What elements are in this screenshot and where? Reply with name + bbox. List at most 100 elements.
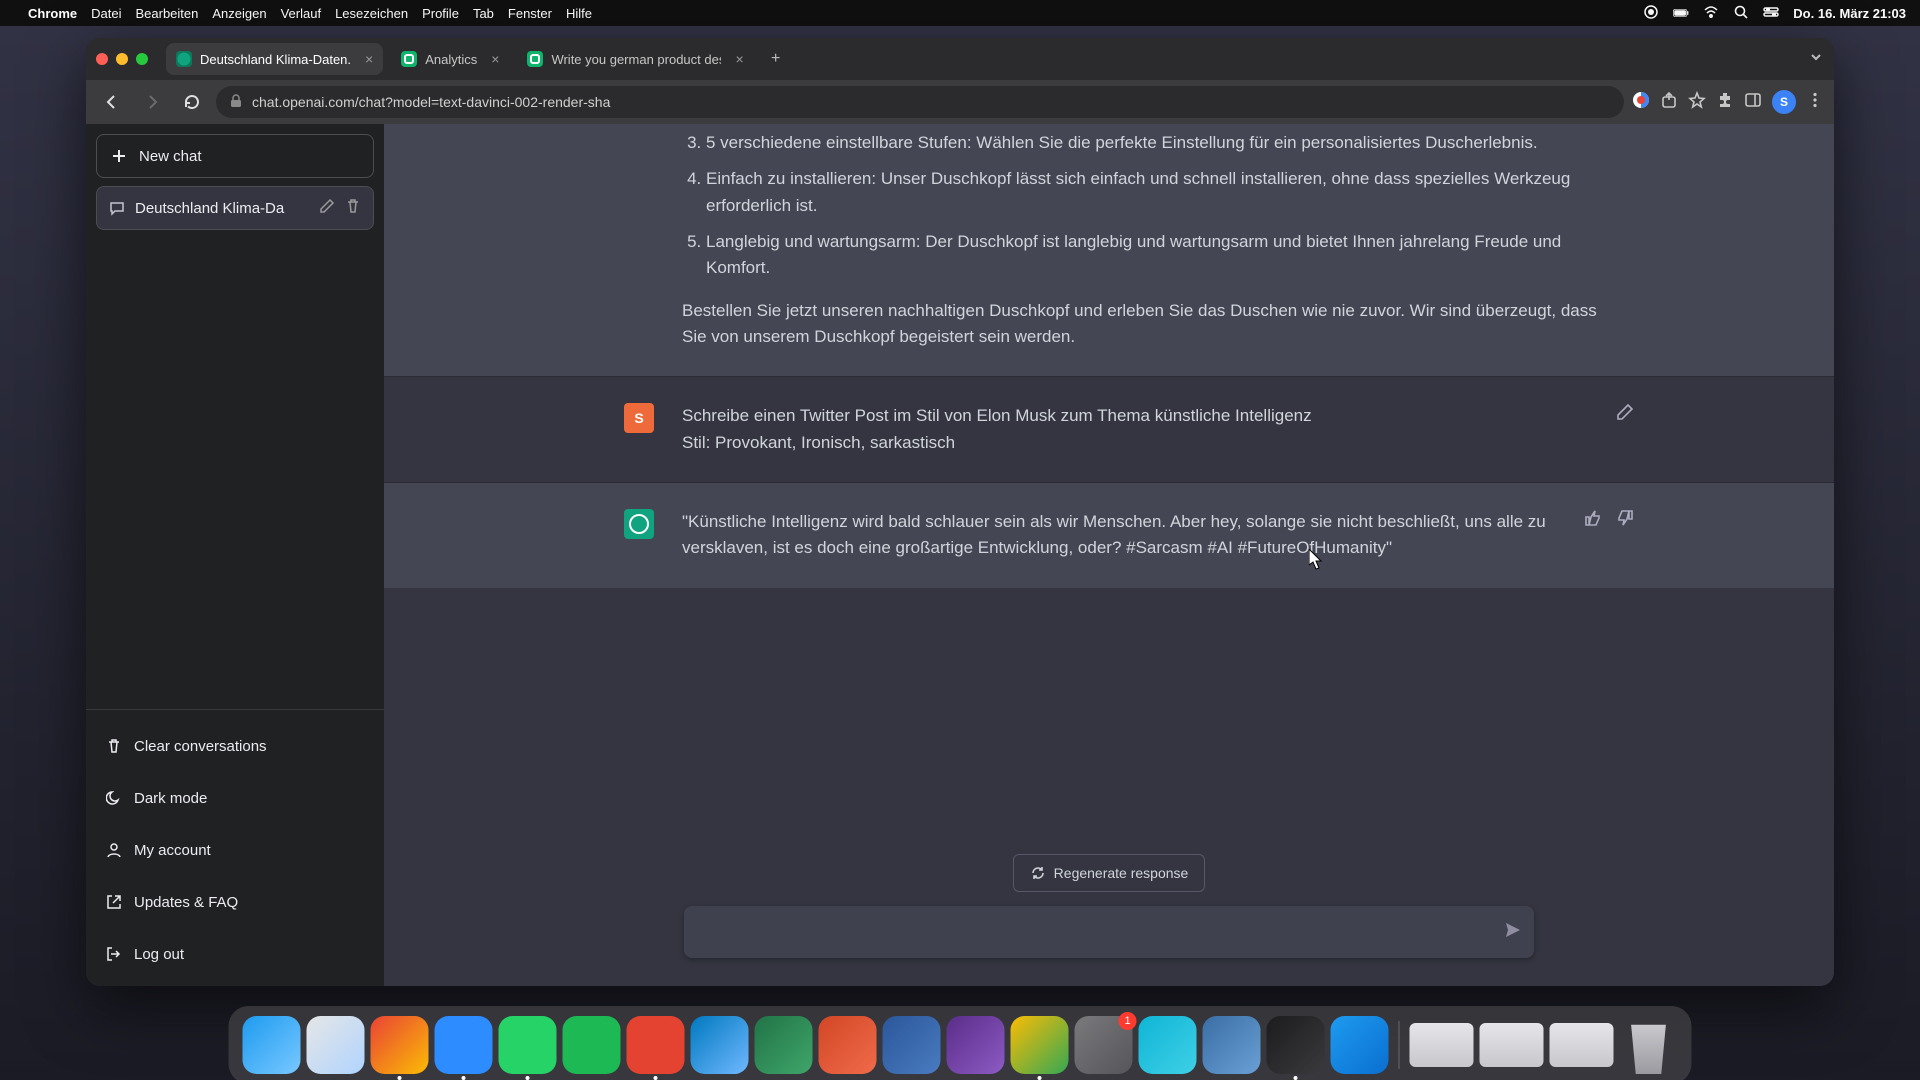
clear-conversations-button[interactable]: Clear conversations [96, 724, 374, 768]
new-chat-button[interactable]: New chat [96, 134, 374, 178]
dock-app-safari[interactable] [307, 1016, 365, 1074]
trash-icon[interactable] [345, 198, 361, 218]
refresh-icon [1030, 865, 1046, 881]
chat-main: 5 verschiedene einstellbare Stufen: Wähl… [384, 124, 1834, 986]
dock-running-indicator [398, 1076, 402, 1080]
record-icon[interactable] [1643, 4, 1659, 23]
google-translate-icon[interactable] [1632, 91, 1650, 114]
menu-view[interactable]: Anzeigen [212, 6, 266, 21]
close-window-button[interactable] [96, 53, 108, 65]
menu-bookmarks[interactable]: Lesezeichen [335, 6, 408, 21]
edit-icon[interactable] [319, 198, 335, 218]
back-button[interactable] [96, 86, 128, 118]
new-tab-button[interactable]: + [762, 45, 790, 73]
conversation-title: Deutschland Klima-Da [135, 200, 309, 217]
thumbs-down-icon[interactable] [1616, 509, 1634, 562]
dock-app-trello[interactable] [691, 1016, 749, 1074]
close-tab-icon[interactable]: × [491, 51, 499, 67]
updates-faq-button[interactable]: Updates & FAQ [96, 880, 374, 924]
menubar-clock[interactable]: Do. 16. März 21:03 [1793, 6, 1906, 21]
menu-history[interactable]: Verlauf [281, 6, 321, 21]
dock-app-siri[interactable] [1139, 1016, 1197, 1074]
dock-app-whatsapp[interactable] [499, 1016, 557, 1074]
menu-window[interactable]: Fenster [508, 6, 552, 21]
chat-input[interactable] [684, 906, 1534, 958]
dock-app-voice-memos[interactable] [1267, 1016, 1325, 1074]
conversation-item[interactable]: Deutschland Klima-Da [96, 186, 374, 230]
dock-app-powerpoint[interactable] [819, 1016, 877, 1074]
my-account-button[interactable]: My account [96, 828, 374, 872]
user-message-actions [1616, 403, 1634, 456]
menu-profiles[interactable]: Profile [422, 6, 459, 21]
updates-faq-label: Updates & FAQ [134, 894, 238, 911]
dock-app-settings[interactable]: 1 [1075, 1016, 1133, 1074]
bookmark-icon[interactable] [1688, 91, 1706, 114]
chat-input-area: Regenerate response [384, 840, 1834, 986]
logout-button[interactable]: Log out [96, 932, 374, 976]
side-panel-icon[interactable] [1744, 91, 1762, 114]
chat-bubble-icon [109, 200, 125, 216]
dock-app-app-store[interactable] [1331, 1016, 1389, 1074]
logout-icon [106, 946, 122, 962]
dock-window-preview-1[interactable] [1410, 1023, 1474, 1067]
list-item: Einfach zu installieren: Unser Duschkopf… [706, 166, 1606, 219]
fullscreen-window-button[interactable] [136, 53, 148, 65]
dock-app-imovie[interactable] [947, 1016, 1005, 1074]
user-prompt-line: Schreibe einen Twitter Post im Stil von … [682, 403, 1588, 429]
regenerate-button[interactable]: Regenerate response [1013, 854, 1206, 892]
battery-icon[interactable] [1673, 5, 1689, 21]
dock-app-excel[interactable] [755, 1016, 813, 1074]
dock-app-word[interactable] [883, 1016, 941, 1074]
extensions-icon[interactable] [1716, 91, 1734, 114]
tab-3[interactable]: Write you german product des × [517, 43, 753, 75]
assistant-message: 5 verschiedene einstellbare Stufen: Wähl… [384, 124, 1834, 377]
menubar-app-name[interactable]: Chrome [28, 6, 77, 21]
fiverr-favicon-icon [401, 51, 417, 67]
menu-tab[interactable]: Tab [473, 6, 494, 21]
omnibox[interactable]: chat.openai.com/chat?model=text-davinci-… [216, 86, 1624, 118]
close-tab-icon[interactable]: × [735, 51, 743, 67]
close-tab-icon[interactable]: × [365, 51, 373, 67]
trash-icon [106, 738, 122, 754]
chrome-menu-icon[interactable] [1806, 91, 1824, 114]
wifi-icon[interactable] [1703, 4, 1719, 23]
minimize-window-button[interactable] [116, 53, 128, 65]
menu-file[interactable]: Datei [91, 6, 121, 21]
list-item: 5 verschiedene einstellbare Stufen: Wähl… [706, 130, 1606, 156]
thumbs-up-icon[interactable] [1584, 509, 1602, 562]
control-center-icon[interactable] [1763, 4, 1779, 23]
dock-app-chrome[interactable] [371, 1016, 429, 1074]
user-avatar: S [624, 403, 654, 433]
dock-running-indicator [1294, 1076, 1298, 1080]
dock-app-todoist[interactable] [627, 1016, 685, 1074]
user-prompt-line: Stil: Provokant, Ironisch, sarkastisch [682, 430, 1588, 456]
menu-help[interactable]: Hilfe [566, 6, 592, 21]
spotlight-icon[interactable] [1733, 4, 1749, 23]
dock-trash[interactable] [1620, 1016, 1678, 1074]
dock-window-preview-2[interactable] [1480, 1023, 1544, 1067]
menu-edit[interactable]: Bearbeiten [135, 6, 198, 21]
forward-button[interactable] [136, 86, 168, 118]
dock-separator [1399, 1021, 1400, 1069]
dock-window-preview-3[interactable] [1550, 1023, 1614, 1067]
dock-app-quicktime[interactable] [1203, 1016, 1261, 1074]
chrome-window: Deutschland Klima-Daten. × Analytics × W… [86, 38, 1834, 986]
tab-2[interactable]: Analytics × [391, 43, 509, 75]
edit-icon[interactable] [1616, 403, 1634, 456]
dock-app-zoom[interactable] [435, 1016, 493, 1074]
share-icon[interactable] [1660, 91, 1678, 114]
dark-mode-button[interactable]: Dark mode [96, 776, 374, 820]
dock-app-spotify[interactable] [563, 1016, 621, 1074]
dock-app-drive[interactable] [1011, 1016, 1069, 1074]
tab-1[interactable]: Deutschland Klima-Daten. × [166, 43, 383, 75]
profile-avatar[interactable]: S [1772, 90, 1796, 114]
tab-overflow-button[interactable] [1808, 49, 1824, 70]
menubar-status-right: Do. 16. März 21:03 [1643, 4, 1906, 23]
chat-input-field[interactable] [696, 924, 1504, 941]
dock-app-finder[interactable] [243, 1016, 301, 1074]
reload-button[interactable] [176, 86, 208, 118]
chatgpt-app: New chat Deutschland Klima-Da Clear conv… [86, 124, 1834, 986]
send-icon[interactable] [1504, 921, 1522, 944]
toolbar-actions: S [1632, 90, 1824, 114]
dock-running-indicator [526, 1076, 530, 1080]
